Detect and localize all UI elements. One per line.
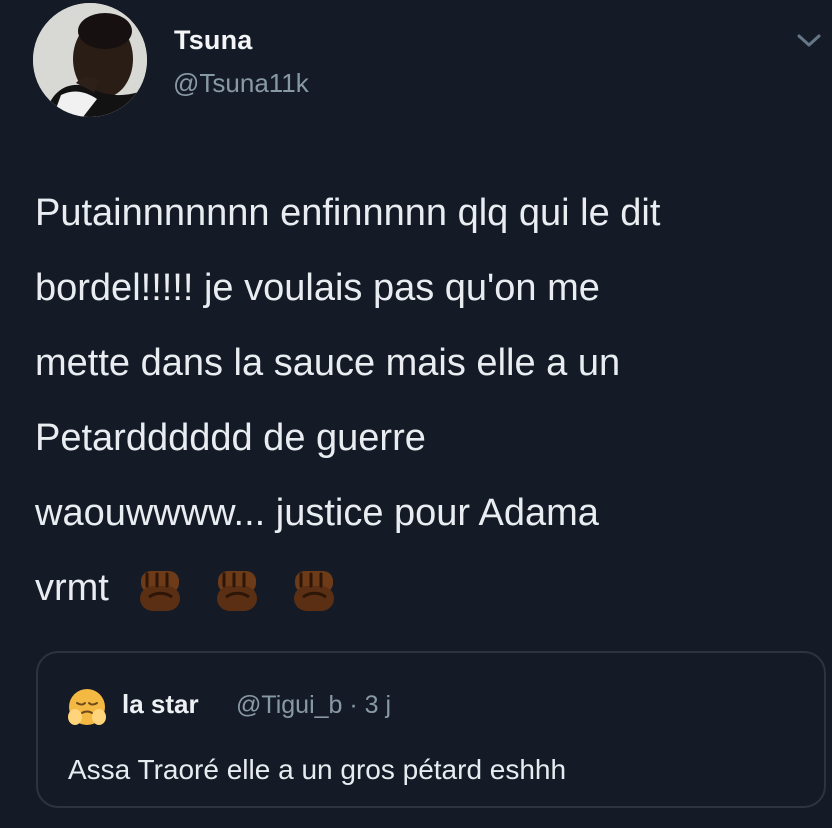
raised-fist-icon [140, 571, 181, 612]
avatar-image [33, 3, 147, 117]
tweet-text: Putainnnnnnn enfinnnnn qlq qui le dit bo… [35, 176, 825, 626]
tweet-text-line: Putainnnnnnn enfinnnnn qlq qui le dit [35, 192, 661, 234]
avatar[interactable] [33, 3, 147, 117]
chevron-down-icon[interactable] [796, 30, 822, 50]
tweet-text-line: waouwwww... justice pour Adama [35, 492, 599, 534]
tweet-text-line: vrmt [35, 567, 109, 609]
quoted-tweet-text: Assa Traoré elle a un gros pétard eshhh [68, 754, 567, 785]
pensive-face-hands-icon [66, 687, 108, 729]
tweet-text-line: Petardddddd de guerre [35, 417, 426, 459]
tweet-text-line: mette dans la sauce mais elle a un [35, 342, 621, 384]
tweet-card[interactable]: Tsuna @Tsuna11k Putainnnnnnn enfinnnnn q… [0, 0, 832, 828]
author-handle[interactable]: @Tsuna11k [173, 68, 309, 99]
quoted-author-meta[interactable]: @Tigui_b · 3 j [236, 691, 391, 720]
raised-fist-icon [293, 571, 334, 612]
quoted-author-name[interactable]: la star [122, 689, 199, 720]
raised-fist-icon [217, 571, 257, 612]
author-display-name[interactable]: Tsuna [174, 25, 253, 56]
quoted-tweet-card[interactable]: la star @Tigui_b · 3 j Assa Traoré elle … [36, 651, 826, 808]
emoji-group [133, 552, 352, 627]
tweet-text-last-line: vrmt [35, 551, 825, 626]
tweet-text-line: bordel!!!!! je voulais pas qu'on me [35, 267, 600, 309]
